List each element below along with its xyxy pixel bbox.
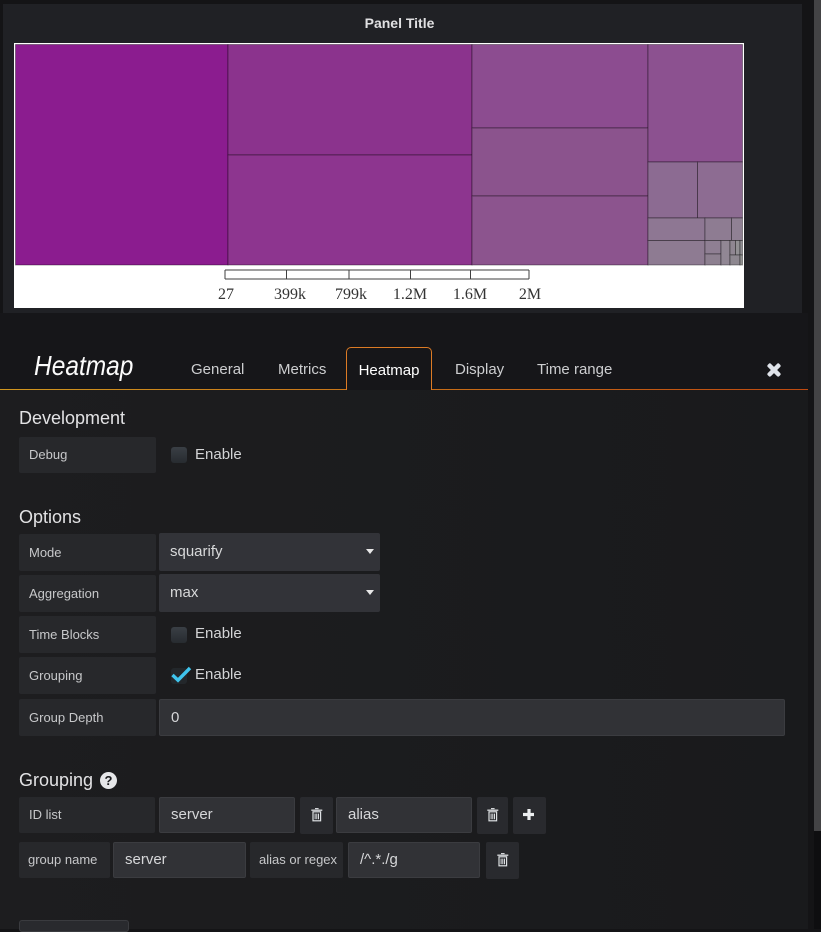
- svg-text:1.2M: 1.2M: [393, 286, 427, 303]
- svg-text:27: 27: [218, 286, 234, 303]
- svg-text:2M: 2M: [519, 286, 541, 303]
- svg-text:1.6M: 1.6M: [453, 286, 487, 303]
- svg-text:799k: 799k: [335, 286, 367, 303]
- svg-text:399k: 399k: [274, 286, 306, 303]
